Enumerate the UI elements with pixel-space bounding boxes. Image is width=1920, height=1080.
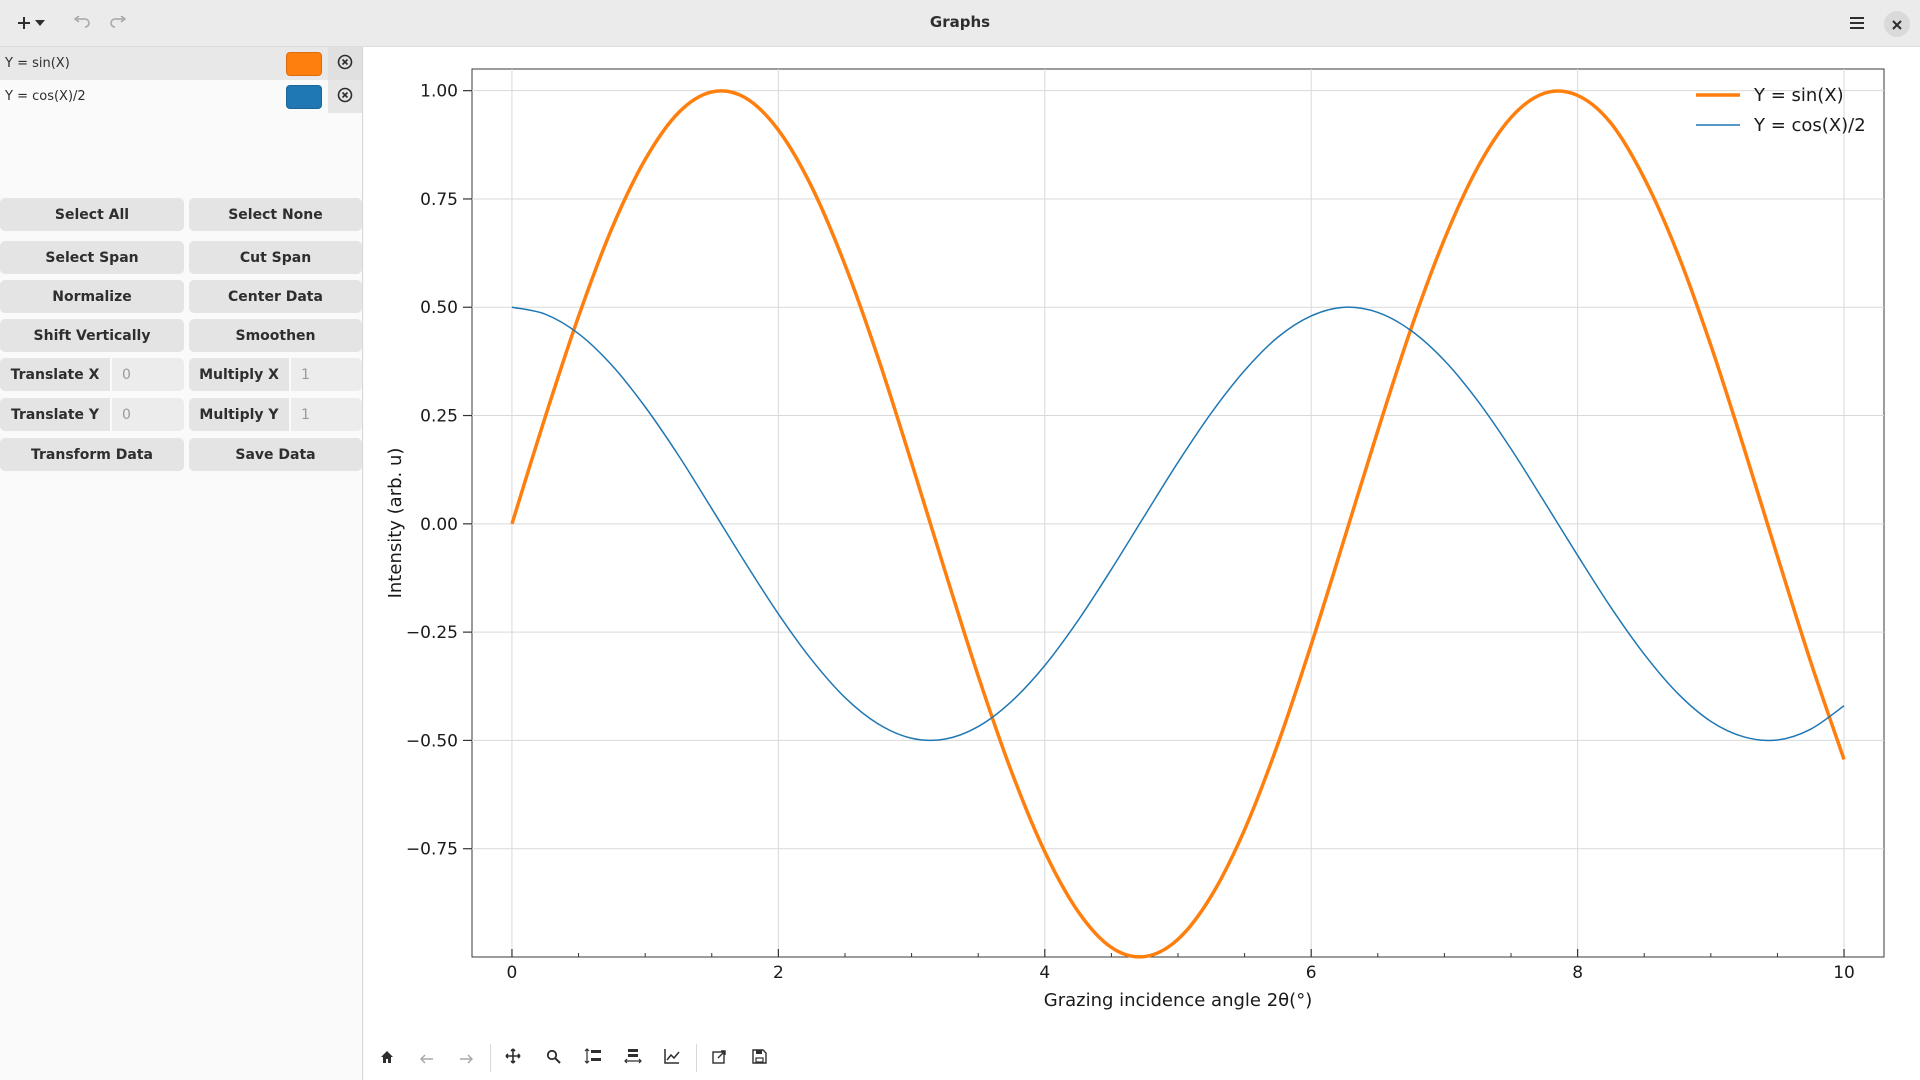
- forward-view-button[interactable]: [451, 1044, 481, 1072]
- item-color-button[interactable]: [286, 85, 322, 109]
- data-item-label: Y = sin(X): [5, 56, 70, 71]
- save-data-button[interactable]: Save Data: [189, 438, 362, 471]
- x-tick-label: 6: [1306, 963, 1317, 983]
- x-tick-label: 0: [507, 963, 518, 983]
- circle-close-icon: [337, 54, 353, 74]
- back-view-button[interactable]: [412, 1044, 442, 1072]
- add-data-menu-button[interactable]: [10, 8, 52, 38]
- redo-icon: [109, 16, 127, 30]
- undo-button[interactable]: [68, 8, 96, 38]
- translate-y-input[interactable]: [112, 398, 184, 431]
- redo-button[interactable]: [104, 8, 132, 38]
- magnifier-icon: [546, 1049, 561, 1068]
- y-tick-label: −0.25: [406, 623, 458, 643]
- hamburger-menu-icon: [1849, 16, 1865, 30]
- home-icon: [380, 1049, 394, 1068]
- plot-canvas[interactable]: 0 2 4 6 8 10 −0.75 −0.50 −0.25 0.00 0.25 0.50 0.75 1.…: [364, 47, 1920, 1040]
- toggle-x-log-button[interactable]: [618, 1044, 648, 1072]
- plot-navigation-toolbar: [364, 1040, 864, 1074]
- y-tick-label: −0.75: [406, 840, 458, 860]
- arrow-right-icon: [459, 1049, 474, 1068]
- select-none-button[interactable]: Select None: [189, 198, 362, 231]
- pan-button[interactable]: [498, 1044, 528, 1072]
- multiply-x-button[interactable]: Multiply X: [189, 358, 289, 391]
- window-expand-icon: [711, 1049, 727, 1068]
- x-tick-label: 10: [1833, 963, 1855, 983]
- sidebar: Y = sin(X) Y = cos(X)/2 Select All Selec…: [0, 47, 363, 1080]
- center-data-button[interactable]: Center Data: [189, 280, 362, 313]
- multiply-y-input[interactable]: [291, 398, 362, 431]
- smoothen-button[interactable]: Smoothen: [189, 319, 362, 352]
- y-tick-label: −0.50: [406, 731, 458, 751]
- translate-y-button[interactable]: Translate Y: [0, 398, 110, 431]
- home-view-button[interactable]: [372, 1044, 402, 1072]
- shift-vertically-button[interactable]: Shift Vertically: [0, 319, 184, 352]
- line-chart-icon: [664, 1048, 680, 1068]
- circle-close-icon: [337, 87, 353, 107]
- zoom-button[interactable]: [538, 1044, 568, 1072]
- x-tick-label: 4: [1039, 963, 1050, 983]
- x-tick-label: 2: [773, 963, 784, 983]
- data-item-label: Y = cos(X)/2: [5, 89, 86, 104]
- remove-item-button[interactable]: [328, 80, 362, 113]
- arrow-left-icon: [419, 1049, 434, 1068]
- toolbar-separator: [696, 1044, 697, 1072]
- y-tick-label: 1.00: [420, 82, 458, 102]
- translate-x-input[interactable]: [112, 358, 184, 391]
- toggle-y-log-button[interactable]: [578, 1044, 608, 1072]
- x-axis-label: Grazing incidence angle 2θ(°): [1044, 990, 1312, 1011]
- remove-item-button[interactable]: [328, 47, 362, 80]
- legend-label: Y = sin(X): [1753, 85, 1844, 106]
- y-tick-label: 0.00: [420, 515, 458, 535]
- y-axis-label: Intensity (arb. u): [385, 448, 406, 599]
- x-tick-label: 8: [1572, 963, 1583, 983]
- chevron-down-icon: [35, 20, 45, 26]
- data-item-row[interactable]: Y = sin(X): [0, 47, 362, 80]
- open-in-window-button[interactable]: [704, 1044, 734, 1072]
- transform-data-button[interactable]: Transform Data: [0, 438, 184, 471]
- window-title: Graphs: [929, 13, 991, 31]
- undo-icon: [73, 16, 91, 30]
- multiply-x-input[interactable]: [291, 358, 362, 391]
- select-all-button[interactable]: Select All: [0, 198, 184, 231]
- x-log-scale-icon: [624, 1048, 642, 1068]
- y-log-scale-icon: [584, 1048, 602, 1068]
- move-arrows-icon: [505, 1048, 521, 1068]
- plot-area[interactable]: 0 2 4 6 8 10 −0.75 −0.50 −0.25 0.00 0.25 0.50 0.75 1.…: [364, 47, 1920, 1080]
- y-tick-label: 0.50: [420, 298, 458, 318]
- cut-span-button[interactable]: Cut Span: [189, 241, 362, 274]
- translate-x-button[interactable]: Translate X: [0, 358, 110, 391]
- y-tick-label: 0.75: [420, 190, 458, 210]
- y-tick-label: 0.25: [420, 407, 458, 427]
- save-figure-button[interactable]: [744, 1044, 774, 1072]
- close-icon: [1892, 15, 1902, 34]
- plus-icon: [17, 16, 31, 30]
- item-color-button[interactable]: [286, 52, 322, 76]
- normalize-button[interactable]: Normalize: [0, 280, 184, 313]
- select-span-button[interactable]: Select Span: [0, 241, 184, 274]
- plot-styles-button[interactable]: [657, 1044, 687, 1072]
- header-bar: Graphs: [0, 0, 1920, 47]
- main-menu-button[interactable]: [1842, 8, 1872, 38]
- floppy-disk-icon: [751, 1048, 767, 1068]
- axes-frame: [471, 68, 1885, 958]
- toolbar-separator: [490, 1044, 491, 1072]
- data-item-row[interactable]: Y = cos(X)/2: [0, 80, 362, 113]
- close-window-button[interactable]: [1884, 11, 1910, 37]
- multiply-y-button[interactable]: Multiply Y: [189, 398, 289, 431]
- legend-label: Y = cos(X)/2: [1753, 115, 1866, 136]
